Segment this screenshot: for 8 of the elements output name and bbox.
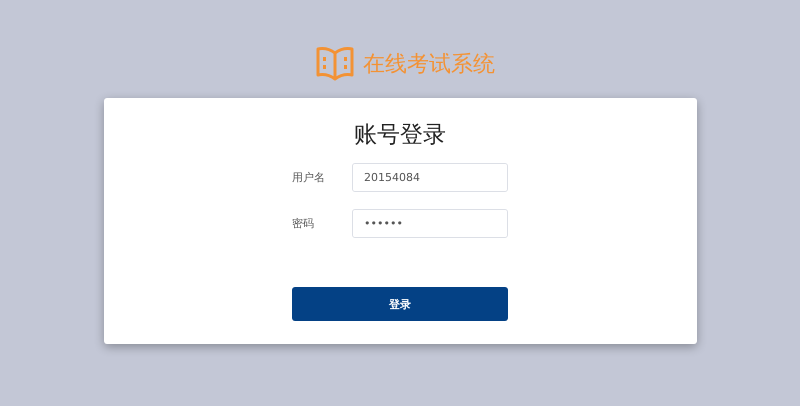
input-field[interactable]: •••••• [352,209,508,238]
app-title: 在线考试系统 [363,51,495,79]
input-field[interactable]: 20154084 [352,163,508,192]
field-label: 用户名 [292,170,326,185]
field-label: 密码 [292,216,315,231]
login-button[interactable]: 登录 [292,287,508,321]
login-heading: 账号登录 [354,121,446,150]
book-icon [315,45,355,83]
